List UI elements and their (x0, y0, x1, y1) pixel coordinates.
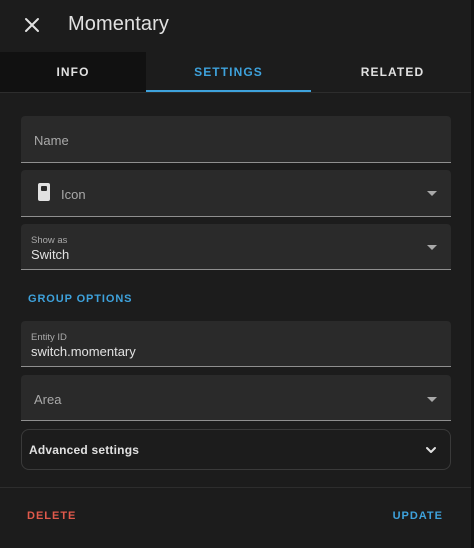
update-button[interactable]: UPDATE (393, 510, 443, 522)
close-button[interactable] (14, 7, 50, 43)
entity-settings-dialog: Momentary INFO SETTINGS RELATED Name Ico… (0, 0, 474, 548)
area-label: Area (34, 392, 62, 407)
dialog-header: Momentary (0, 0, 474, 52)
tab-bar: INFO SETTINGS RELATED (0, 52, 474, 93)
delete-button[interactable]: DELETE (27, 510, 76, 522)
name-field-label: Name (34, 133, 69, 148)
icon-picker[interactable]: Icon (21, 170, 451, 217)
entity-id-label: Entity ID (31, 332, 67, 343)
close-icon (25, 18, 39, 32)
entity-id-value: switch.momentary (31, 344, 136, 359)
icon-picker-label: Icon (61, 187, 86, 202)
area-select[interactable]: Area (21, 375, 451, 421)
advanced-settings-label: Advanced settings (29, 443, 140, 457)
tab-settings[interactable]: SETTINGS (146, 52, 311, 92)
dropdown-caret-icon (427, 245, 437, 250)
group-options-header: GROUP OPTIONS (28, 293, 133, 305)
show-as-label: Show as (31, 235, 68, 246)
dropdown-caret-icon (427, 397, 437, 402)
show-as-value: Switch (31, 247, 70, 262)
advanced-settings-expander[interactable]: Advanced settings (21, 429, 451, 470)
switch-icon (38, 183, 50, 201)
dialog-title: Momentary (68, 13, 169, 35)
show-as-select[interactable]: Show as Switch (21, 224, 451, 270)
name-field[interactable]: Name (21, 116, 451, 163)
entity-id-field[interactable]: Entity ID switch.momentary (21, 321, 451, 367)
dropdown-caret-icon (427, 191, 437, 196)
tab-info[interactable]: INFO (0, 52, 146, 92)
dialog-footer: DELETE UPDATE (0, 488, 474, 548)
chevron-down-icon (426, 447, 436, 453)
active-tab-indicator (146, 90, 311, 92)
tab-related[interactable]: RELATED (311, 52, 474, 92)
